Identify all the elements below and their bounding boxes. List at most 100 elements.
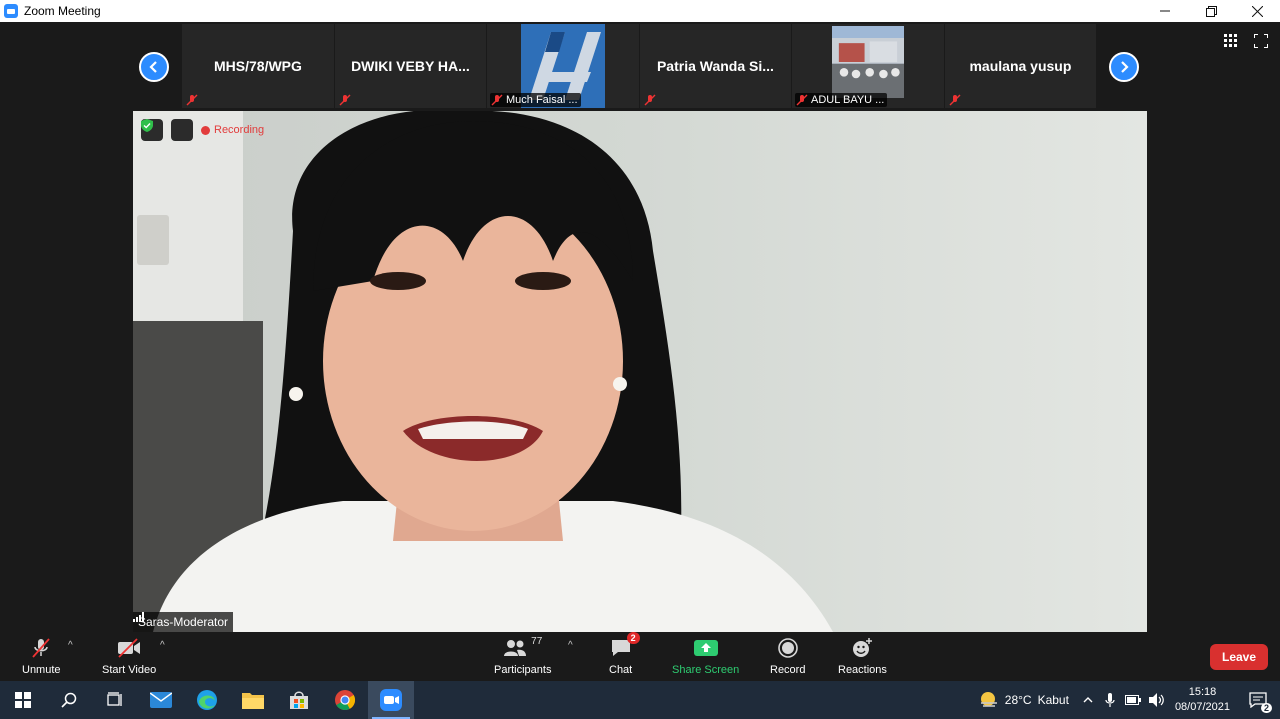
participant-tile[interactable]: DWIKI VEBY HA... (334, 24, 487, 108)
weather-widget[interactable]: 28°C Kabut (979, 691, 1069, 709)
participant-tile[interactable]: maulana yusup (944, 24, 1097, 108)
task-view-button[interactable] (92, 681, 138, 719)
muted-mic-icon (339, 94, 350, 106)
reactions-label: Reactions (838, 664, 887, 676)
participant-name: Much Faisal ... (490, 93, 581, 107)
show-hidden-icons-chevron-icon[interactable] (1083, 696, 1093, 704)
leave-button[interactable]: Leave (1210, 644, 1268, 670)
start-video-label: Start Video (102, 664, 157, 676)
window-title: Zoom Meeting (24, 4, 101, 18)
muted-mic-icon (949, 94, 960, 106)
start-button[interactable] (0, 681, 46, 719)
participant-strip: MHS/78/WPG DWIKI VEBY HA... Much Faisal … (182, 24, 1097, 108)
meeting-stage: MHS/78/WPG DWIKI VEBY HA... Much Faisal … (0, 22, 1280, 681)
participant-name: Patria Wanda Si... (656, 58, 774, 74)
participant-name: ADUL BAYU ... (795, 93, 888, 107)
participant-name: MHS/78/WPG (214, 58, 302, 74)
share-screen-icon (693, 640, 718, 656)
muted-mic-icon (644, 94, 655, 106)
zoom-app-icon (380, 689, 402, 711)
muted-mic-icon (796, 94, 808, 106)
taskbar-chrome-app[interactable] (322, 681, 368, 719)
window-titlebar: Zoom Meeting (0, 0, 1280, 22)
muted-mic-icon (491, 94, 503, 106)
clock-time: 15:18 (1188, 686, 1217, 698)
microphone-icon[interactable] (1105, 692, 1115, 708)
task-view-icon (107, 692, 122, 706)
volume-icon[interactable] (1148, 693, 1165, 707)
participant-tile[interactable]: Much Faisal ... (487, 24, 639, 108)
chevron-right-icon (1121, 61, 1129, 73)
speaker-video-frame (133, 111, 1147, 632)
recording-dot-icon (201, 125, 210, 135)
video-off-icon (118, 638, 141, 658)
participants-options-caret[interactable]: ^ (568, 640, 573, 651)
windows-taskbar: 28°C Kabut 15:18 08/07/2021 2 (0, 681, 1280, 719)
battery-icon[interactable] (1124, 695, 1141, 705)
participants-count: 77 (531, 636, 543, 647)
muted-mic-icon (186, 94, 198, 106)
chrome-browser-icon (335, 690, 356, 711)
participants-button[interactable]: 77 Participants (494, 636, 551, 676)
participants-label: Participants (494, 664, 552, 676)
weather-haze-icon (980, 692, 997, 707)
mail-icon (150, 692, 172, 708)
gallery-prev-button[interactable] (139, 52, 169, 82)
audio-options-caret[interactable]: ^ (68, 640, 73, 651)
chat-label: Chat (609, 664, 633, 676)
unmute-button[interactable]: Unmute (22, 636, 61, 676)
reactions-icon (853, 638, 873, 657)
reactions-button[interactable]: Reactions (838, 636, 887, 676)
taskbar-search-button[interactable] (46, 681, 92, 719)
chat-button[interactable]: 2 Chat (609, 632, 640, 676)
close-window-button[interactable] (1234, 0, 1280, 22)
recording-indicator[interactable]: Recording (201, 124, 264, 136)
speaker-name-tag: Saras-Moderator (133, 612, 234, 632)
weather-description: Kabut (1037, 693, 1069, 707)
action-center-button[interactable]: 2 (1244, 681, 1272, 719)
participant-name: DWIKI VEBY HA... (351, 58, 470, 74)
taskbar-edge-app[interactable] (184, 681, 230, 719)
gallery-next-button[interactable] (1109, 52, 1139, 82)
share-screen-button[interactable]: Share Screen (672, 636, 739, 676)
search-icon (61, 692, 77, 708)
edge-browser-icon (197, 690, 217, 710)
start-video-button[interactable]: Start Video (102, 636, 156, 676)
participant-tile[interactable]: MHS/78/WPG (182, 24, 334, 108)
clock-date: 08/07/2021 (1174, 701, 1230, 713)
taskbar-store-app[interactable] (276, 681, 322, 719)
notifications-count-badge: 2 (1260, 703, 1272, 713)
participant-tile[interactable]: Patria Wanda Si... (639, 24, 792, 108)
chevron-left-icon (149, 61, 157, 73)
taskbar-file-explorer-app[interactable] (230, 681, 276, 719)
gallery-view-icon[interactable] (1224, 34, 1238, 48)
share-screen-label: Share Screen (672, 664, 740, 676)
active-speaker-video: Recording Saras-Moderator (133, 111, 1147, 632)
unmute-label: Unmute (22, 664, 61, 676)
store-bag-icon (290, 691, 308, 709)
folder-icon (242, 693, 264, 709)
security-shield-button[interactable] (141, 119, 193, 141)
record-icon (777, 638, 798, 658)
participants-icon (504, 640, 527, 656)
restore-button[interactable] (1188, 0, 1234, 22)
system-clock[interactable]: 15:18 08/07/2021 (1175, 685, 1230, 715)
fullscreen-icon[interactable] (1254, 34, 1268, 48)
taskbar-zoom-app[interactable] (368, 681, 414, 719)
participant-name: maulana yusup (969, 58, 1072, 74)
chat-unread-badge: 2 (626, 632, 640, 644)
minimize-button[interactable] (1142, 0, 1188, 22)
participant-avatar-image (831, 26, 904, 98)
video-options-caret[interactable]: ^ (160, 640, 165, 651)
participant-tile[interactable]: ADUL BAYU ... (792, 24, 944, 108)
signal-bars-icon (133, 612, 144, 622)
zoom-app-icon (4, 4, 18, 18)
record-label: Record (770, 664, 806, 676)
taskbar-mail-app[interactable] (138, 681, 184, 719)
recording-label: Recording (214, 124, 265, 136)
muted-mic-icon (32, 638, 50, 658)
record-button[interactable]: Record (770, 636, 805, 676)
speaker-name: Saras-Moderator (138, 615, 229, 629)
windows-logo-icon (15, 692, 31, 708)
weather-temperature: 28°C (1004, 693, 1032, 707)
